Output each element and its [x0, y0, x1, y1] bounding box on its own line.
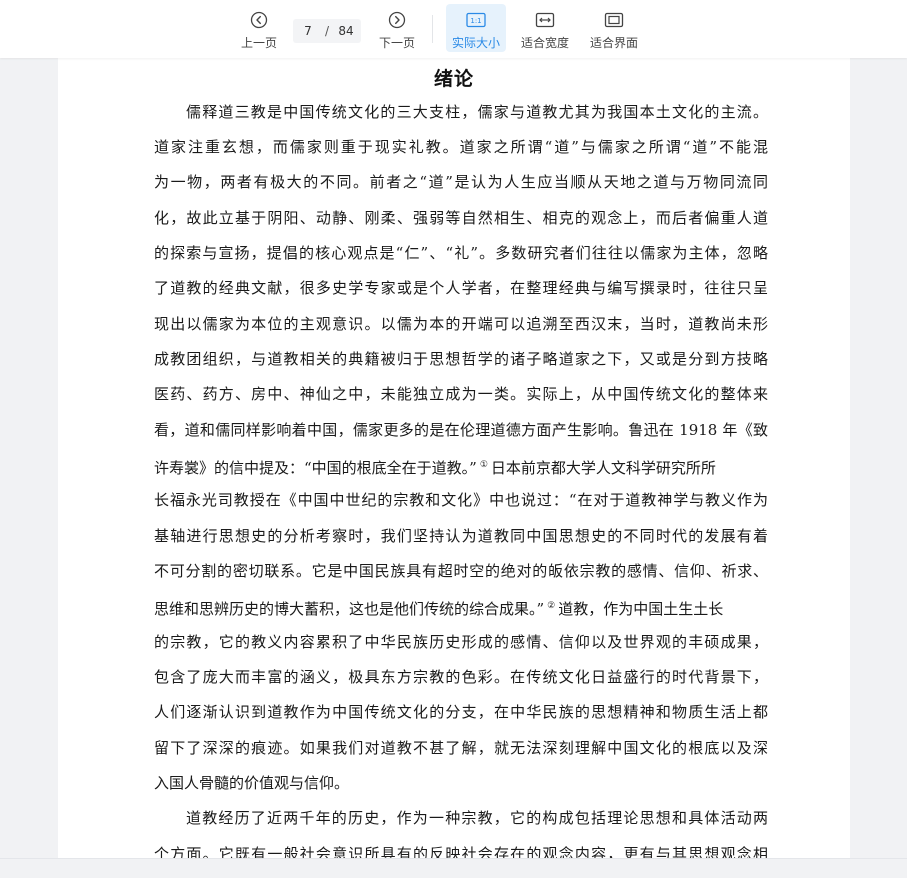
paragraph-line: 个方面。它既有一般社会意识所具有的反映社会存在的观念内容，更有与其思想观念相 [154, 845, 768, 858]
actual-size-icon-text: 1:1 [470, 17, 481, 25]
paragraph-line: 的宗教，它的教义内容累积了中华民族历史形成的感情、信仰以及世界观的丰硕成果， [154, 633, 768, 651]
prev-page-label: 上一页 [240, 36, 277, 50]
actual-size-button[interactable]: 1:1 实际大小 [446, 4, 506, 52]
footnote-mark: ① [479, 460, 488, 470]
page-indicator: 7 / 84 [293, 19, 361, 43]
paragraph-line: 包含了庞大而丰富的涵义，极具东方宗教的色彩。在传统文化日益盛行的时代背景下， [154, 668, 768, 686]
viewer-toolbar: 上一页 7 / 84 下一页 1:1 实际大小 适合宽度 适合界面 [0, 0, 907, 58]
paragraph-line: 道教经历了近两千年的历史，作为一种宗教，它的构成包括理论思想和具体活动两 [186, 809, 768, 827]
paragraph-line: 长福永光司教授在《中国中世纪的宗教和文化》中也说过：“在对于道教神学与教义作为 [154, 491, 768, 509]
paragraph-line: 成教团组织，与道教相关的典籍被归于思想哲学的诸子略道家之下，又或是分到方技略 [154, 350, 768, 368]
fit-page-label: 适合界面 [589, 36, 638, 50]
next-page-label: 下一页 [378, 36, 415, 50]
fit-page-icon [603, 9, 625, 31]
paragraph-line: 儒释道三教是中国传统文化的三大支柱，儒家与道教尤其为我国本土文化的主流。 [186, 103, 768, 121]
document-page: 绪论 儒释道三教是中国传统文化的三大支柱，儒家与道教尤其为我国本土文化的主流。 … [58, 58, 850, 858]
toolbar-divider [432, 15, 433, 43]
paragraph-line: 留下了深深的痕迹。如果我们对道教不甚了解，就无法深刻理解中国文化的根底以及深 [154, 739, 768, 757]
paragraph-line: 入国人骨髓的价值观与信仰。 [154, 774, 350, 792]
paragraph-line: 基轴进行思想史的分析考察时，我们坚持认为道教同中国思想史的不同时代的发展有着 [154, 527, 768, 545]
current-page-input[interactable]: 7 [299, 24, 317, 38]
actual-size-label: 实际大小 [451, 36, 500, 50]
paragraph-line: 的探索与宣扬，提倡的核心观点是“仁”、“礼”。多数研究者们往往以儒家为主体，忽略 [154, 244, 768, 262]
chevron-left-circle-icon [248, 9, 270, 31]
actual-size-icon: 1:1 [465, 9, 487, 31]
paragraph-line: 道家注重玄想，而儒家则重于现实礼教。道家之所谓“道”与儒家之所谓“道”不能混 [154, 138, 768, 156]
page-separator: / [324, 24, 330, 38]
footnote-mark: ② [547, 601, 556, 611]
paragraph-line: 思维和思辨历史的博大蓄积，这也是他们传统的综合成果。” ② 道教，作为中国土生土长 [154, 595, 768, 618]
prev-page-button[interactable]: 上一页 [236, 4, 282, 52]
paragraph-line: 人们逐渐认识到道教作为中国传统文化的分支，在中华民族的思想精神和物质生活上都 [154, 703, 768, 721]
fit-width-button[interactable]: 适合宽度 [517, 4, 573, 52]
document-viewer[interactable]: 绪论 儒释道三教是中国传统文化的三大支柱，儒家与道教尤其为我国本土文化的主流。 … [0, 58, 907, 858]
paragraph-line: 医药、药方、房中、神仙之中，未能独立成为一类。实际上，从中国传统文化的整体来 [154, 385, 768, 403]
document-title: 绪论 [433, 68, 474, 90]
line-text: 道教，作为中国土生土长 [558, 600, 724, 618]
paragraph-line: 许寿裳》的信中提及：“中国的根底全在于道教。” ① 日本前京都大学人文科学研究所所 [154, 454, 768, 477]
fit-width-icon [534, 9, 556, 31]
paragraph-line: 了道教的经典文献，很多史学专家或是个人学者，在整理经典与编写撰录时，往往只呈 [154, 279, 768, 297]
fit-width-label: 适合宽度 [520, 36, 569, 50]
total-pages: 84 [338, 24, 354, 38]
line-text: 日本前京都大学人文科学研究所所 [490, 459, 716, 477]
next-page-button[interactable]: 下一页 [374, 4, 420, 52]
line-text: 许寿裳》的信中提及：“中国的根底全在于道教。” [154, 459, 477, 477]
fit-page-button[interactable]: 适合界面 [586, 4, 642, 52]
line-text: 思维和思辨历史的博大蓄积，这也是他们传统的综合成果。” [154, 600, 545, 618]
paragraph-line: 现出以儒家为本位的主观意识。以儒为本的开端可以追溯至西汉末，当时，道教尚未形 [154, 315, 768, 333]
paragraph-line: 化，故此立基于阴阳、动静、刚柔、强弱等自然相生、相克的观念上，而后者偏重人道 [154, 209, 768, 227]
paragraph-line: 不可分割的密切联系。它是中国民族具有超时空的绝对的皈依宗教的感情、信仰、祈求、 [154, 562, 768, 580]
bottom-scroll-area [0, 858, 907, 878]
paragraph-line: 看，道和儒同样影响着中国，儒家更多的是在伦理道德方面产生影响。鲁迅在 1918 … [154, 421, 768, 439]
paragraph-line: 为一物，两者有极大的不同。前者之“道”是认为人生应当顺从天地之道与万物同流同 [154, 173, 768, 191]
chevron-right-circle-icon [386, 9, 408, 31]
